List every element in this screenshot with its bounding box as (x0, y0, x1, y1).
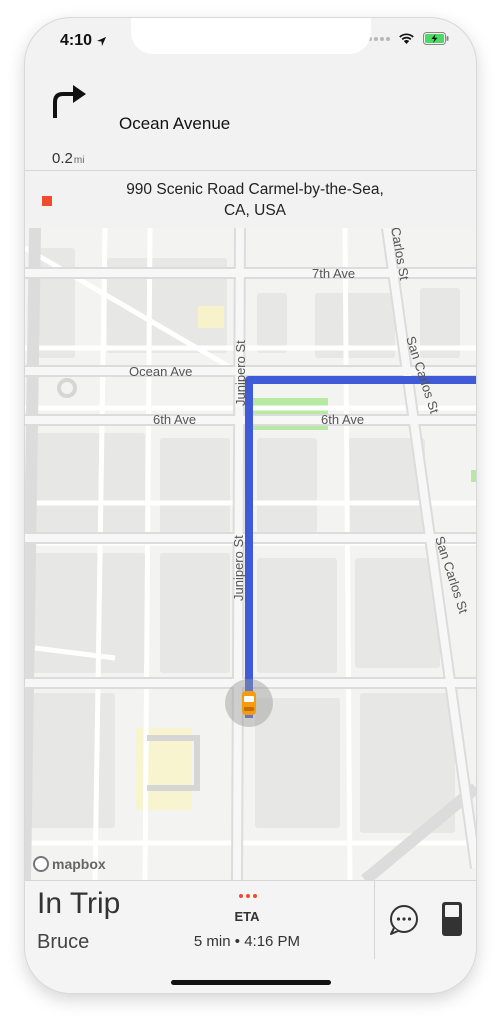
eta-value: 5 min • 4:16 PM (193, 933, 301, 950)
destination-address-line1: 990 Scenic Road Carmel-by-the-Sea, (126, 181, 384, 198)
status-time: 4:10 (60, 32, 107, 50)
wifi-icon (399, 33, 414, 44)
chat-icon[interactable] (387, 903, 421, 937)
street-label-6th-ave-right: 6th Ave (321, 412, 364, 427)
battery-charging-icon (423, 32, 449, 45)
more-options-icon[interactable] (239, 894, 257, 898)
home-indicator[interactable] (171, 980, 331, 985)
street-label-junipero-mid: Junipero St (231, 535, 246, 601)
next-street-name: Ocean Avenue (119, 114, 231, 133)
street-label-ocean-ave: Ocean Ave (129, 364, 192, 379)
location-arrow-icon (96, 36, 107, 46)
cellular-signal-icon (368, 36, 390, 41)
mapbox-attribution-text: mapbox (52, 856, 106, 872)
street-label-junipero-top: Junipero St (233, 340, 248, 406)
map-view[interactable]: 7th Ave Ocean Ave 6th Ave 6th Ave Junipe… (25, 228, 476, 880)
vehicle-marker (225, 679, 273, 727)
device-notch (131, 18, 371, 54)
panel-divider (374, 881, 375, 959)
distance-value: 0.2 (52, 150, 73, 167)
distance-unit: mi (73, 155, 85, 166)
status-time-text: 4:10 (60, 32, 93, 49)
trip-info-panel: In Trip Bruce ETA 5 min • 4:16 PM (25, 880, 476, 993)
system-icons (368, 32, 450, 45)
street-label-6th-ave-left: 6th Ave (153, 412, 196, 427)
phone-screen: 4:10 Ocean Avenue 0.2mi 990 Scenic Road … (25, 18, 476, 993)
destination-panel[interactable]: 990 Scenic Road Carmel-by-the-Sea, CA, U… (25, 171, 476, 229)
mapbox-attribution[interactable]: mapbox (33, 856, 106, 872)
map-canvas[interactable]: 7th Ave Ocean Ave 6th Ave 6th Ave Junipe… (25, 228, 476, 880)
passenger-name: Bruce (37, 931, 90, 953)
turn-instruction-panel: Ocean Avenue 0.2mi (25, 64, 476, 171)
destination-marker-icon (42, 196, 52, 206)
distance-to-turn: 0.2mi (52, 150, 84, 167)
eta-label: ETA (234, 909, 260, 924)
destination-address: 990 Scenic Road Carmel-by-the-Sea, CA, U… (85, 179, 425, 221)
street-label-7th-ave: 7th Ave (312, 266, 355, 281)
mapbox-logo-icon (33, 856, 49, 872)
turn-right-icon (53, 85, 86, 118)
destination-address-line2: CA, USA (223, 202, 286, 219)
phone-icon[interactable] (441, 901, 463, 937)
trip-status: In Trip (37, 887, 121, 920)
